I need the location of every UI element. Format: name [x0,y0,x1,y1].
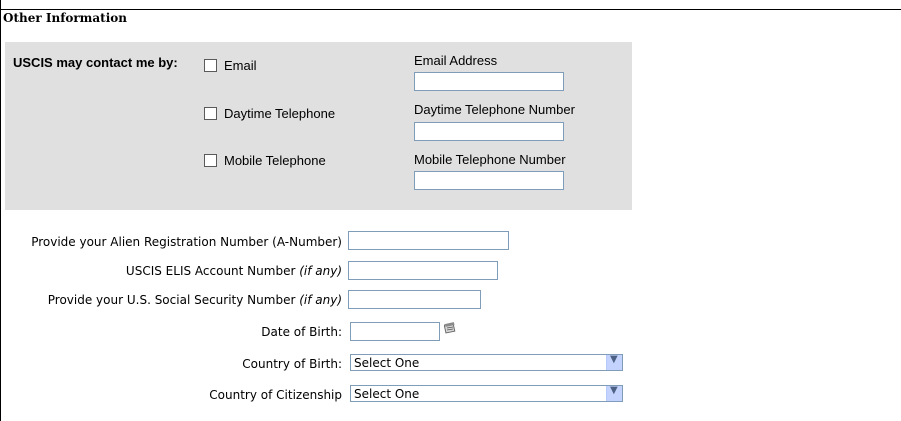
mobile-telephone-checkbox[interactable] [204,154,217,167]
country-of-birth-label: Country of Birth: [242,357,342,371]
chevron-down-icon[interactable]: ▼ [606,385,622,401]
calendar-icon[interactable] [444,322,456,334]
a-number-label: Provide your Alien Registration Number (… [31,235,342,249]
country-of-citizenship-select[interactable]: Select One ▼ [350,385,623,402]
mobile-telephone-number-label: Mobile Telephone Number [414,152,566,167]
elis-account-label: USCIS ELIS Account Number (if any) [125,264,342,278]
section-divider [0,9,901,10]
country-of-citizenship-label: Country of Citizenship [209,388,342,402]
daytime-telephone-checkbox-label: Daytime Telephone [224,106,336,121]
mobile-telephone-checkbox-label: Mobile Telephone [224,153,326,168]
email-checkbox[interactable] [204,59,217,72]
country-of-birth-select[interactable]: Select One ▼ [350,354,623,371]
ssn-input[interactable] [348,290,481,309]
a-number-input[interactable] [348,231,509,250]
email-address-input[interactable] [414,72,564,91]
email-checkbox-label: Email [224,58,257,73]
elis-hint: (if any) [299,264,342,278]
daytime-telephone-checkbox[interactable] [204,107,217,120]
date-of-birth-label: Date of Birth: [261,325,342,339]
country-of-birth-value: Select One [354,356,420,370]
section-title: Other Information [3,11,127,25]
daytime-telephone-number-label: Daytime Telephone Number [414,102,575,117]
daytime-telephone-number-input[interactable] [414,122,564,141]
ssn-hint: (if any) [299,293,342,307]
contact-method-label: USCIS may contact me by: [13,55,178,70]
email-address-label: Email Address [414,53,498,68]
mobile-telephone-number-input[interactable] [414,171,564,190]
country-of-citizenship-value: Select One [354,387,420,401]
left-border-line [0,0,1,421]
date-of-birth-input[interactable] [350,322,440,341]
elis-account-input[interactable] [348,261,498,280]
chevron-down-icon[interactable]: ▼ [606,354,622,370]
ssn-label: Provide your U.S. Social Security Number… [47,293,342,307]
